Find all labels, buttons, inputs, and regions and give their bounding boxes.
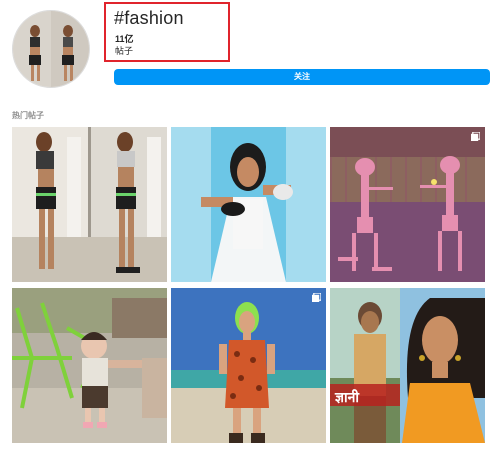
multi-image-icon: [312, 293, 321, 302]
hashtag-avatar: [12, 10, 90, 88]
post-tile[interactable]: [12, 127, 167, 282]
post-tile[interactable]: ज्ञानी: [330, 288, 485, 443]
top-posts-heading: 热门帖子: [12, 111, 44, 120]
post-tile[interactable]: [171, 127, 326, 282]
post-tile[interactable]: [330, 127, 485, 282]
post-image: [330, 127, 485, 282]
poster-text: ज्ञानी: [334, 389, 360, 406]
hashtag-title: #fashion: [114, 8, 184, 28]
post-tile[interactable]: [171, 288, 326, 443]
post-tile[interactable]: [12, 288, 167, 443]
post-image: [171, 288, 326, 443]
post-count-label: 帖子: [115, 46, 134, 56]
multi-image-icon: [471, 132, 480, 141]
posts-grid: ज्ञानी: [12, 127, 492, 450]
post-image: ज्ञानी: [330, 288, 485, 443]
post-image: [12, 288, 167, 443]
follow-button[interactable]: 关注: [114, 69, 490, 85]
post-image: [171, 127, 326, 282]
post-image: [12, 127, 167, 282]
